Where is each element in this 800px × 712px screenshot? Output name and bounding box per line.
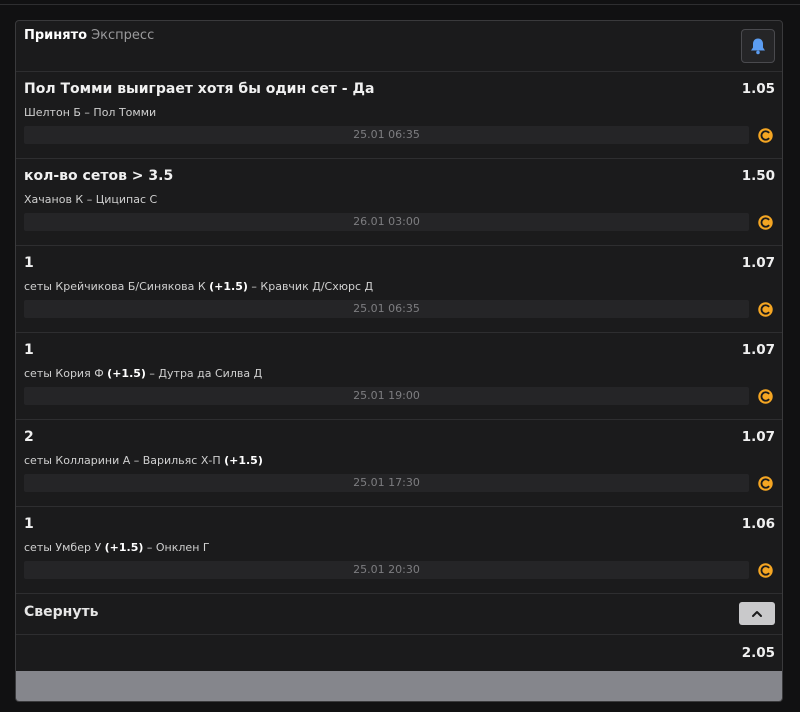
match-prefix: сеты: [24, 367, 56, 380]
tennis-ball-icon[interactable]: [757, 388, 774, 405]
event-datetime: 25.01 19:00: [24, 387, 749, 405]
match-teams: Кория Ф: [55, 367, 108, 380]
event-odds: 1.07: [741, 429, 775, 445]
bet-header: Принято Экспресс: [16, 21, 782, 72]
event-odds: 1.50: [741, 168, 775, 184]
event-datetime: 25.01 20:30: [24, 561, 749, 579]
event-match: сеты Умбер У (+1.5) – Онклен Г: [24, 541, 210, 554]
match-opponent: – Кравчик Д/Схюрс Д: [247, 280, 374, 293]
match-teams: Умбер У: [55, 541, 105, 554]
event-match: Хачанов К – Циципас С: [24, 193, 157, 206]
tennis-ball-icon[interactable]: [757, 475, 774, 492]
bet-event: 1 1.07 сеты Крейчикова Б/Синякова К (+1.…: [16, 245, 782, 333]
event-odds: 1.05: [741, 81, 775, 97]
event-match: сеты Кория Ф (+1.5) – Дутра да Силва Д: [24, 367, 262, 380]
event-datetime: 26.01 03:00: [24, 213, 749, 231]
match-handicap: (+1.5): [104, 541, 144, 554]
match-teams: Шелтон Б – Пол Томми: [24, 106, 157, 119]
event-odds: 1.07: [741, 342, 775, 358]
bet-event: 2 1.07 сеты Колларини А – Варильяс Х-П (…: [16, 419, 782, 507]
bet-type: Экспресс: [91, 28, 155, 43]
match-prefix: сеты: [24, 454, 56, 467]
bet-status: Принято Экспресс: [24, 28, 154, 43]
tennis-ball-icon[interactable]: [757, 562, 774, 579]
event-pick: 1: [24, 342, 34, 358]
event-pick: кол-во сетов > 3.5: [24, 168, 174, 184]
event-datetime: 25.01 06:35: [24, 300, 749, 318]
event-pick: 1: [24, 516, 34, 532]
collapse-button[interactable]: [739, 602, 775, 625]
bet-status-label: Принято: [24, 28, 88, 43]
collapse-label[interactable]: Свернуть: [24, 604, 98, 620]
match-prefix: сеты: [24, 541, 56, 554]
tennis-ball-icon[interactable]: [757, 214, 774, 231]
bet-event: кол-во сетов > 3.5 1.50 Хачанов К – Цици…: [16, 158, 782, 246]
tennis-ball-icon[interactable]: [757, 127, 774, 144]
bet-event: 1 1.07 сеты Кория Ф (+1.5) – Дутра да Си…: [16, 332, 782, 420]
bet-event: 1 1.06 сеты Умбер У (+1.5) – Онклен Г 25…: [16, 506, 782, 594]
total-row: 2.05: [16, 635, 782, 671]
total-odds: 2.05: [741, 645, 775, 661]
event-match: Шелтон Б – Пол Томми: [24, 106, 156, 119]
bet-event: Пол Томми выиграет хотя бы один сет - Да…: [16, 71, 782, 159]
top-divider: [0, 4, 800, 5]
event-match: сеты Колларини А – Варильяс Х-П (+1.5): [24, 454, 263, 467]
tennis-ball-icon[interactable]: [757, 301, 774, 318]
match-handicap: (+1.5): [224, 454, 263, 467]
bell-icon: [751, 38, 765, 55]
event-datetime: 25.01 17:30: [24, 474, 749, 492]
event-odds: 1.06: [741, 516, 775, 532]
match-handicap: (+1.5): [209, 280, 248, 293]
notification-button[interactable]: [741, 29, 775, 63]
bet-card: Принято Экспресс Пол Томми выиграет хотя …: [15, 20, 783, 702]
event-pick: 2: [24, 429, 34, 445]
match-teams: Крейчикова Б/Синякова К: [55, 280, 210, 293]
footer-bar: [16, 671, 782, 701]
event-odds: 1.07: [741, 255, 775, 271]
collapse-row[interactable]: Свернуть: [16, 594, 782, 635]
match-opponent: – Онклен Г: [143, 541, 210, 554]
event-pick: Пол Томми выиграет хотя бы один сет - Да: [24, 81, 375, 97]
chevron-up-icon: [752, 610, 762, 617]
event-datetime: 25.01 06:35: [24, 126, 749, 144]
match-opponent: – Дутра да Силва Д: [145, 367, 263, 380]
event-match: сеты Крейчикова Б/Синякова К (+1.5) – Кр…: [24, 280, 373, 293]
event-pick: 1: [24, 255, 34, 271]
match-prefix: сеты: [24, 280, 56, 293]
match-teams: Хачанов К – Циципас С: [24, 193, 158, 206]
match-handicap: (+1.5): [107, 367, 146, 380]
match-teams: Колларини А – Варильяс Х-П: [55, 454, 225, 467]
